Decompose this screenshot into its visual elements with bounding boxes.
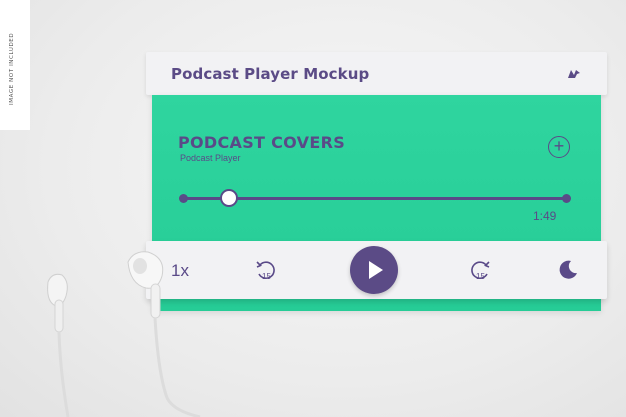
speed-button[interactable]: 1x	[171, 261, 189, 281]
plus-icon: +	[553, 136, 565, 156]
sleep-timer-button[interactable]	[556, 258, 580, 282]
moon-icon	[559, 260, 577, 279]
player-header: Podcast Player Mockup	[146, 52, 607, 95]
page-title: Podcast Player Mockup	[171, 65, 370, 83]
episode-title: PODCAST COVERS	[178, 133, 346, 152]
forward-icon: 15	[471, 261, 490, 281]
rewind-label: 15	[262, 272, 271, 281]
side-note-text: IMAGE NOT INCLUDED	[9, 32, 15, 105]
progress-start-dot	[179, 194, 188, 203]
episode-subtitle: Podcast Player	[180, 153, 241, 163]
rewind-icon: 15	[256, 261, 275, 281]
left-earbud	[47, 273, 70, 417]
add-button[interactable]: +	[548, 136, 570, 158]
image-not-included-note: IMAGE NOT INCLUDED	[0, 0, 30, 130]
rewind-15-button[interactable]: 15	[254, 258, 278, 282]
bird-logo-icon	[568, 70, 580, 78]
play-button[interactable]	[350, 246, 398, 294]
time-remaining: 1:49	[533, 209, 557, 223]
progress-end-dot	[562, 194, 571, 203]
forward-label: 15	[476, 272, 485, 281]
progress-knob[interactable]	[220, 189, 239, 207]
playback-controls: 1x 15 15	[146, 241, 607, 299]
progress-track[interactable]	[183, 197, 567, 200]
forward-15-button[interactable]: 15	[468, 258, 492, 282]
